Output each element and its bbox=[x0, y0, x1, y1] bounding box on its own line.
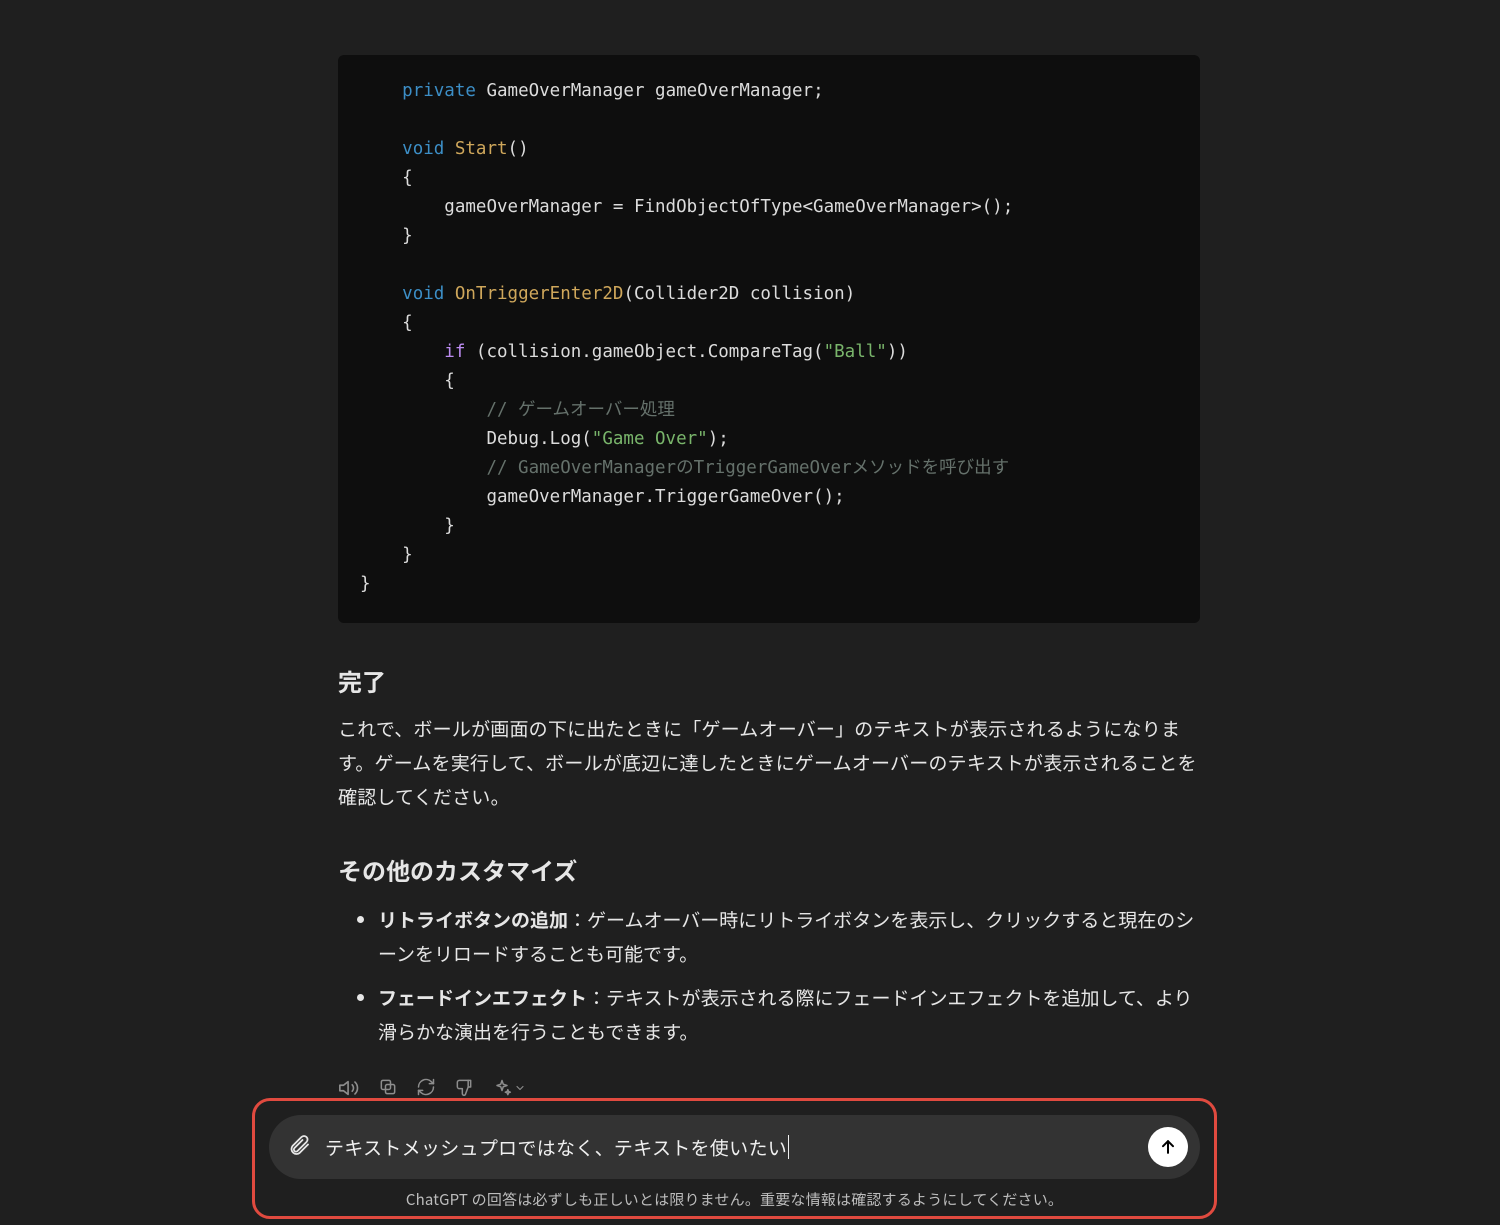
text-caret bbox=[788, 1135, 789, 1159]
code-token-string: "Ball" bbox=[824, 342, 887, 362]
list-item-lead: リトライボタンの追加 bbox=[378, 906, 568, 933]
composer-highlight: テキストメッシュプロではなく、テキストを使いたい ChatGPT の回答は必ずし… bbox=[252, 1098, 1217, 1219]
code-token-keyword: void bbox=[402, 284, 444, 304]
thumbs-down-icon[interactable] bbox=[454, 1077, 474, 1099]
copy-icon[interactable] bbox=[378, 1077, 398, 1099]
list-item-lead: フェードインエフェクト bbox=[378, 984, 587, 1011]
chevron-down-icon bbox=[514, 1082, 526, 1094]
message-actions bbox=[338, 1077, 1200, 1099]
code-token-comment: // ゲームオーバー処理 bbox=[486, 400, 674, 420]
arrow-up-icon bbox=[1158, 1137, 1178, 1157]
code-token-comment: // GameOverManagerのTriggerGameOverメソッドを呼… bbox=[486, 458, 1009, 478]
composer[interactable]: テキストメッシュプロではなく、テキストを使いたい bbox=[269, 1115, 1200, 1179]
disclaimer-text: ChatGPT の回答は必ずしも正しいとは限りません。重要な情報は確認するように… bbox=[269, 1189, 1200, 1210]
list-item: フェードインエフェクト：テキストが表示される際にフェードインエフェクトを追加して… bbox=[378, 981, 1200, 1049]
send-button[interactable] bbox=[1148, 1127, 1188, 1167]
code-token-string: "Game Over" bbox=[592, 429, 708, 449]
code-token-function: Start bbox=[444, 139, 507, 159]
customize-list: リトライボタンの追加：ゲームオーバー時にリトライボタンを表示し、クリックすると現… bbox=[338, 903, 1200, 1049]
code-token-keyword: if bbox=[444, 342, 465, 362]
read-aloud-icon[interactable] bbox=[338, 1077, 360, 1099]
section-body-done: これで、ボールが画面の下に出たときに「ゲームオーバー」のテキストが表示されるよう… bbox=[338, 712, 1200, 814]
sparkle-more-icon[interactable] bbox=[492, 1077, 526, 1099]
assistant-message: private GameOverManager gameOverManager;… bbox=[338, 0, 1200, 1099]
section-heading-customize: その他のカスタマイズ bbox=[338, 852, 1200, 887]
composer-input[interactable]: テキストメッシュプロではなく、テキストを使いたい bbox=[325, 1134, 1134, 1161]
attach-icon[interactable] bbox=[287, 1133, 311, 1162]
code-token-function: OnTriggerEnter2D bbox=[444, 284, 623, 304]
section-heading-done: 完了 bbox=[338, 663, 1200, 698]
code-block: private GameOverManager gameOverManager;… bbox=[338, 55, 1200, 623]
list-item: リトライボタンの追加：ゲームオーバー時にリトライボタンを表示し、クリックすると現… bbox=[378, 903, 1200, 971]
code-token-keyword: void bbox=[402, 139, 444, 159]
code-token-keyword: private bbox=[402, 81, 476, 101]
regenerate-icon[interactable] bbox=[416, 1077, 436, 1099]
